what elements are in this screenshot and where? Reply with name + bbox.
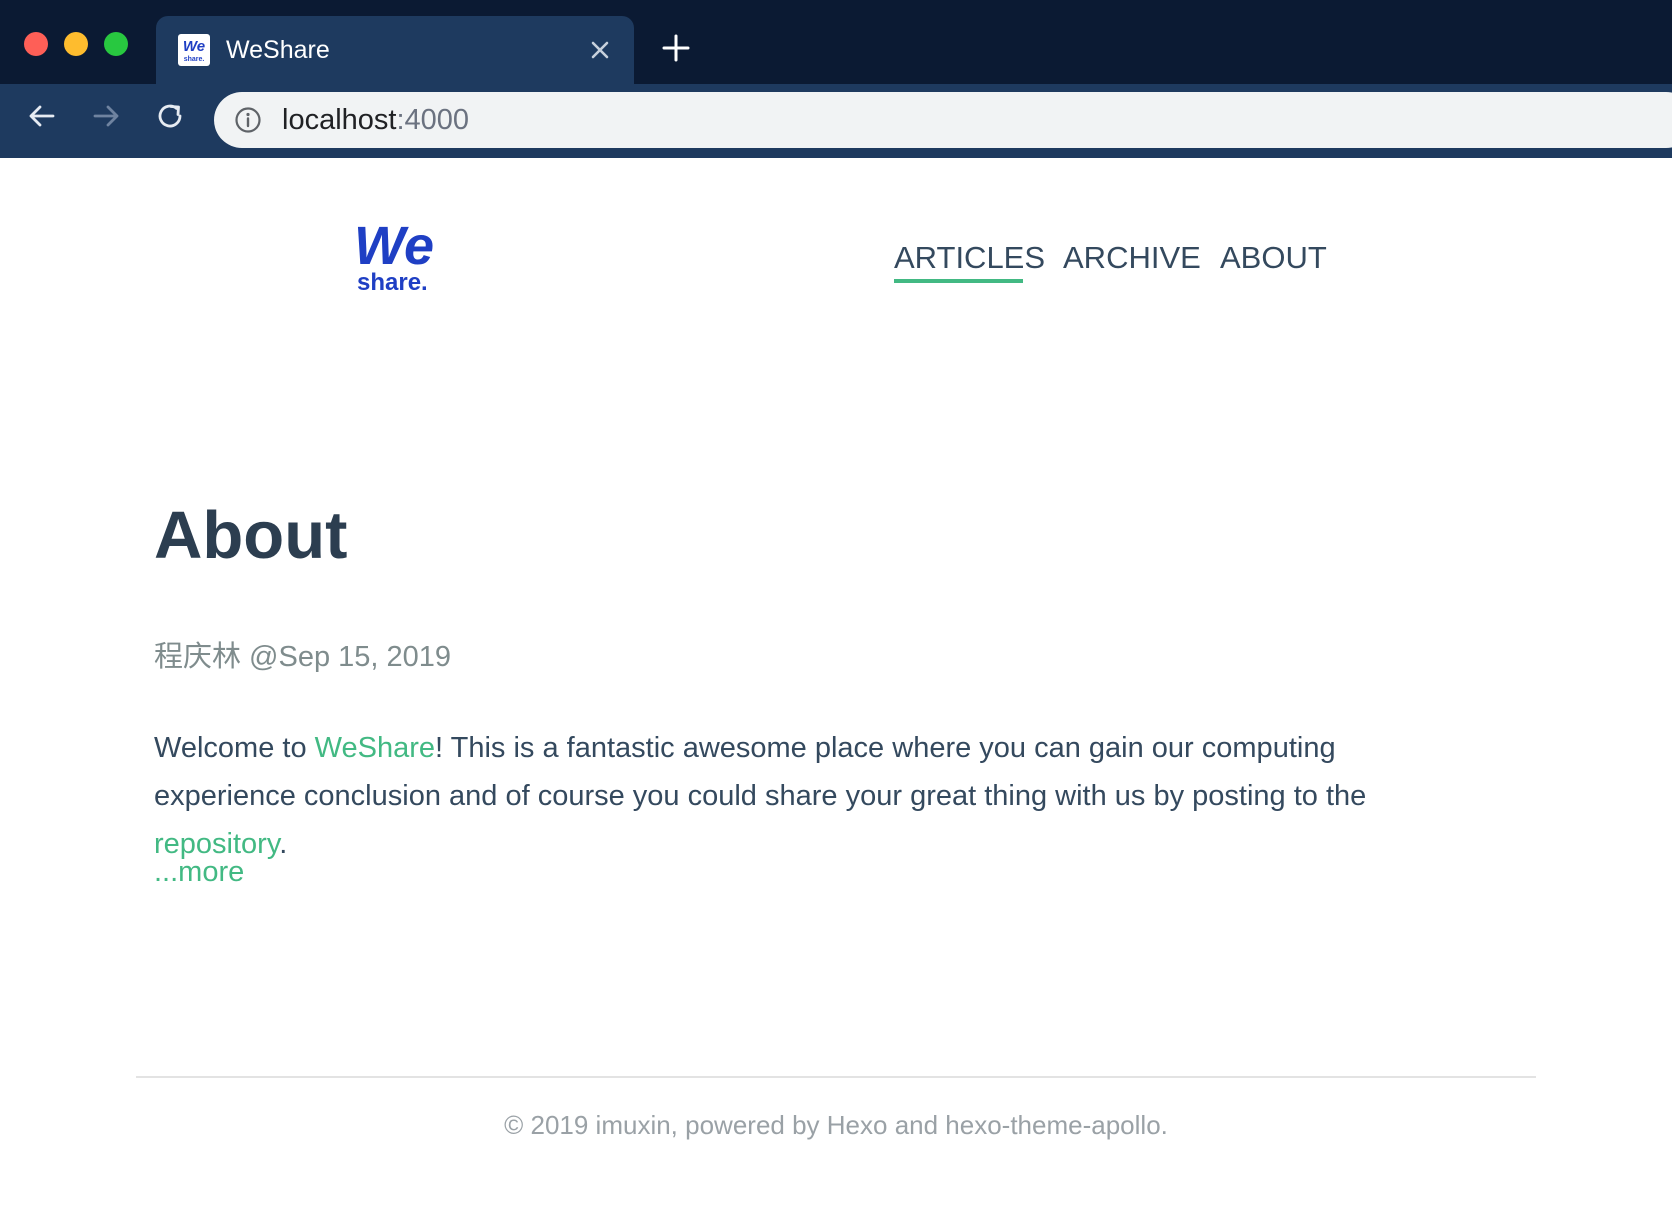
nav-archive[interactable]: ARCHIVE — [1063, 238, 1201, 278]
address-port: :4000 — [396, 104, 470, 136]
footer-divider — [136, 1076, 1536, 1078]
reload-icon[interactable] — [154, 100, 186, 132]
arrow-right-icon[interactable] — [90, 100, 122, 132]
plus-icon[interactable] — [662, 34, 690, 62]
post-meta: 程庆林 @Sep 15, 2019 — [154, 641, 452, 673]
browser-toolbar: localhost:4000 — [0, 84, 1672, 158]
page-content: We share. ARTICLES ARCHIVE ABOUT About 程… — [0, 158, 1672, 1208]
more-link[interactable]: ...more — [154, 852, 244, 892]
nav-active-underline — [894, 279, 1023, 283]
address-host: localhost — [282, 104, 397, 136]
arrow-left-icon[interactable] — [26, 100, 58, 132]
post-body: Welcome to WeShare! This is a fantastic … — [154, 724, 1454, 868]
nav-articles[interactable]: ARTICLES — [894, 238, 1045, 278]
window-maximize-button[interactable] — [104, 32, 128, 56]
svg-text:share.: share. — [184, 56, 205, 63]
body-text-end: . — [279, 828, 288, 860]
weshare-link[interactable]: WeShare — [315, 732, 435, 764]
body-text-start: Welcome to — [154, 732, 315, 764]
close-icon[interactable] — [586, 36, 614, 64]
logo-bottom-text: share. — [357, 269, 428, 294]
footer-text: © 2019 imuxin, powered by Hexo and hexo-… — [504, 1110, 1168, 1140]
browser-tab[interactable]: We share. WeShare — [156, 16, 634, 84]
tab-title: WeShare — [226, 36, 330, 64]
site-logo[interactable]: We share. — [354, 216, 450, 296]
page-title: About — [154, 498, 348, 573]
logo-top-text: We — [354, 218, 434, 276]
address-bar[interactable]: localhost:4000 — [214, 92, 1672, 148]
svg-text:We: We — [183, 38, 205, 55]
info-icon[interactable] — [234, 106, 262, 134]
browser-titlebar: We share. WeShare — [0, 0, 1672, 84]
window-minimize-button[interactable] — [64, 32, 88, 56]
nav-about[interactable]: ABOUT — [1220, 238, 1327, 278]
window-close-button[interactable] — [24, 32, 48, 56]
address-url: localhost:4000 — [282, 104, 469, 136]
weshare-favicon-icon: We share. — [178, 34, 210, 66]
